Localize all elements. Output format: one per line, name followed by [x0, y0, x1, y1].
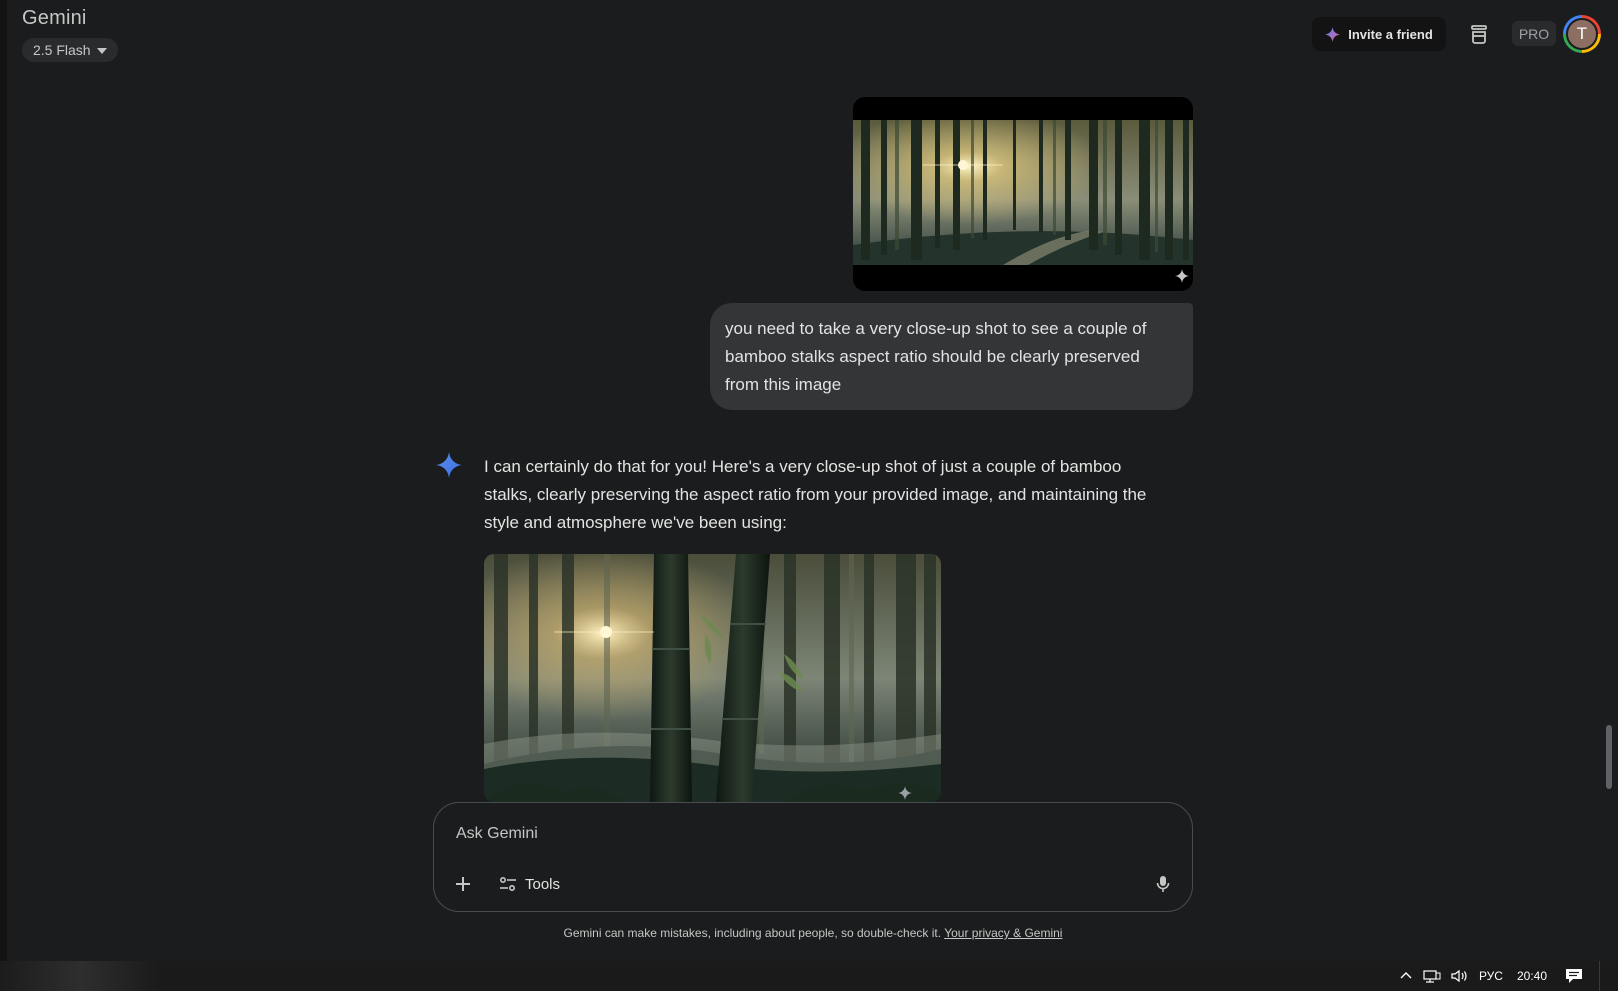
plus-icon — [456, 877, 470, 891]
tools-button[interactable]: Tools — [499, 869, 560, 899]
chevron-up-icon[interactable] — [1399, 969, 1413, 983]
account-avatar-button[interactable]: T — [1563, 15, 1601, 53]
show-desktop-divider[interactable] — [1599, 961, 1600, 991]
gemini-response-text: I can certainly do that for you! Here's … — [484, 457, 1147, 532]
model-picker[interactable]: 2.5 Flash — [22, 38, 118, 62]
model-name: 2.5 Flash — [33, 42, 91, 58]
clear-icon[interactable] — [1466, 20, 1492, 48]
disclaimer-text: Gemini can make mistakes, including abou… — [563, 926, 942, 940]
pro-badge[interactable]: PRO — [1512, 21, 1556, 46]
microphone-icon — [1156, 876, 1170, 892]
system-tray: РУС 20:40 — [1399, 961, 1600, 991]
privacy-link[interactable]: Your privacy & Gemini — [944, 926, 1062, 940]
prompt-input-box: Tools — [433, 802, 1193, 912]
ai-generated-sparkle-icon — [898, 786, 912, 800]
generated-bamboo-image[interactable] — [484, 554, 941, 802]
gemini-sparkle-icon — [1325, 26, 1341, 42]
invite-label: Invite a friend — [1348, 26, 1433, 42]
tools-label: Tools — [525, 875, 561, 893]
invite-friend-button[interactable]: Invite a friend — [1312, 17, 1446, 51]
clock[interactable]: 20:40 — [1517, 969, 1547, 983]
input-language[interactable]: РУС — [1479, 969, 1503, 983]
scrollbar-thumb[interactable] — [1606, 725, 1612, 789]
app-title[interactable]: Gemini — [22, 7, 87, 30]
disclaimer: Gemini can make mistakes, including abou… — [0, 926, 1618, 940]
prompt-input[interactable] — [454, 821, 1108, 847]
network-icon[interactable] — [1423, 969, 1441, 983]
ai-generated-sparkle-icon — [1175, 269, 1189, 283]
notifications-icon[interactable] — [1565, 968, 1583, 984]
user-uploaded-image[interactable] — [853, 97, 1193, 291]
microphone-button[interactable] — [1149, 869, 1177, 899]
taskbar: РУС 20:40 — [0, 961, 1618, 991]
volume-icon[interactable] — [1451, 969, 1469, 983]
sidebar-edge — [0, 0, 7, 961]
bamboo-forest-image — [853, 120, 1193, 265]
add-attachment-button[interactable] — [451, 872, 475, 896]
user-message-bubble: you need to take a very close-up shot to… — [710, 303, 1193, 410]
gemini-app: Gemini 2.5 Flash Invite a friend PRO T y… — [0, 0, 1618, 961]
tools-sliders-icon — [499, 876, 516, 892]
gemini-logo-icon — [436, 452, 462, 478]
caret-down-icon — [96, 48, 107, 54]
avatar: T — [1566, 18, 1598, 50]
